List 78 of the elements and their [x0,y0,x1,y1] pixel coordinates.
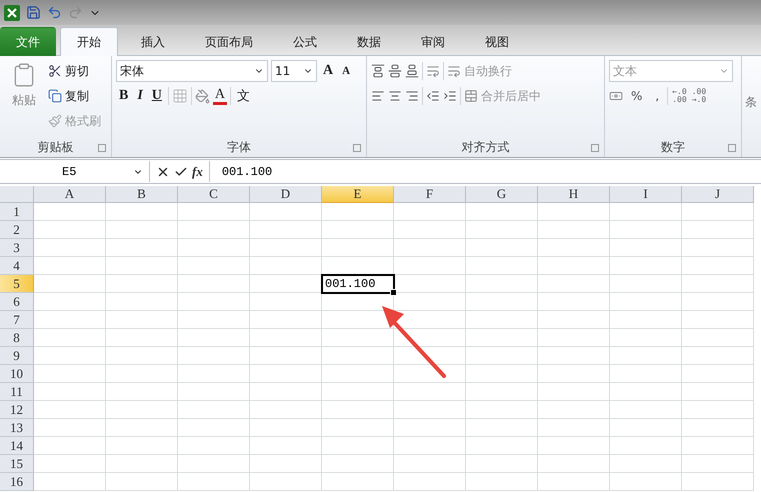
ribbon-tab[interactable]: 开始 [60,27,118,56]
fill-handle[interactable] [390,289,397,296]
copy-icon [48,89,62,103]
column-header[interactable]: B [106,186,178,203]
row-header[interactable]: 9 [0,347,34,365]
spreadsheet-logo-icon [4,4,20,20]
row-header[interactable]: 7 [0,311,34,329]
column-header[interactable]: A [34,186,106,203]
bottom-align-icon[interactable] [405,64,419,78]
fill-color-icon[interactable] [194,88,210,104]
phonetic-button[interactable]: 文 [234,87,254,105]
column-header[interactable]: J [682,186,754,203]
row-header[interactable]: 2 [0,221,34,239]
increase-indent-icon[interactable] [443,89,457,103]
currency-icon[interactable] [609,89,623,103]
group-label: 字体 [227,138,251,156]
undo-icon[interactable] [47,5,62,20]
row-header[interactable]: 3 [0,239,34,257]
row-header[interactable]: 12 [0,401,34,419]
styles-label: 条 [745,94,757,111]
align-right-icon[interactable] [405,89,419,103]
row-header[interactable]: 10 [0,365,34,383]
column-header[interactable]: F [394,186,466,203]
wrap-text-icon [447,64,461,78]
column-header[interactable]: E [322,186,394,203]
row-header[interactable]: 15 [0,455,34,473]
scissors-icon [48,64,62,78]
underline-button[interactable]: U [148,88,165,104]
formula-field[interactable]: 001.100 [210,164,272,178]
top-align-icon[interactable] [371,64,385,78]
orientation-icon[interactable] [426,64,440,78]
middle-align-icon[interactable] [388,64,402,78]
row-header[interactable]: 5 [0,275,34,293]
row-header[interactable]: 6 [0,293,34,311]
percent-button[interactable]: % [626,89,648,103]
comma-button[interactable]: , [650,89,664,103]
ribbon-tab[interactable]: 审阅 [404,27,462,56]
font-color-button[interactable]: A [212,88,228,104]
shrink-font-button[interactable]: A [339,65,354,77]
decimal-button[interactable]: .00 →.0 [690,88,708,104]
font-size-field[interactable]: 11 [271,60,317,82]
merge-cells-icon [464,89,478,103]
row-header[interactable]: 4 [0,257,34,275]
ribbon-tab[interactable]: 视图 [468,27,526,56]
active-cell[interactable]: 001.100 [321,274,395,294]
grow-font-button[interactable]: A [320,63,336,79]
ribbon-tab[interactable]: 页面布局 [188,27,270,56]
italic-button[interactable]: I [134,88,146,104]
column-header[interactable]: D [250,186,322,203]
column-header[interactable]: C [178,186,250,203]
copy-button[interactable]: 复制 [48,88,89,104]
name-box[interactable]: E5 [0,161,150,182]
ribbon-tab[interactable]: 公式 [276,27,334,56]
align-left-icon[interactable] [371,89,385,103]
row-header[interactable]: 1 [0,203,34,221]
row-header[interactable]: 16 [0,473,34,491]
column-header[interactable]: H [538,186,610,203]
column-header[interactable]: I [610,186,682,203]
ribbon-tab[interactable]: 插入 [124,27,182,56]
group-label: 剪贴板 [38,138,74,156]
cut-button[interactable]: 剪切 [48,62,89,80]
align-center-icon[interactable] [388,89,402,103]
file-tab[interactable]: 文件 [0,27,56,56]
ribbon-tab[interactable]: 数据 [340,27,398,56]
row-header[interactable]: 14 [0,437,34,455]
decrease-indent-icon[interactable] [426,89,440,103]
column-header[interactable]: G [466,186,538,203]
group-label: 数字 [661,138,685,156]
save-icon[interactable] [26,5,41,20]
row-header[interactable]: 8 [0,329,34,347]
font-name-field[interactable]: 宋体 [116,60,268,82]
row-header[interactable]: 13 [0,419,34,437]
bold-button[interactable]: B [116,88,132,104]
paintbrush-icon [48,114,62,128]
row-header[interactable]: 11 [0,383,34,401]
group-label: 对齐方式 [462,138,510,156]
decimal-button[interactable]: ←.0 .00 [671,88,688,104]
insert-function-button[interactable]: fx [192,164,203,180]
